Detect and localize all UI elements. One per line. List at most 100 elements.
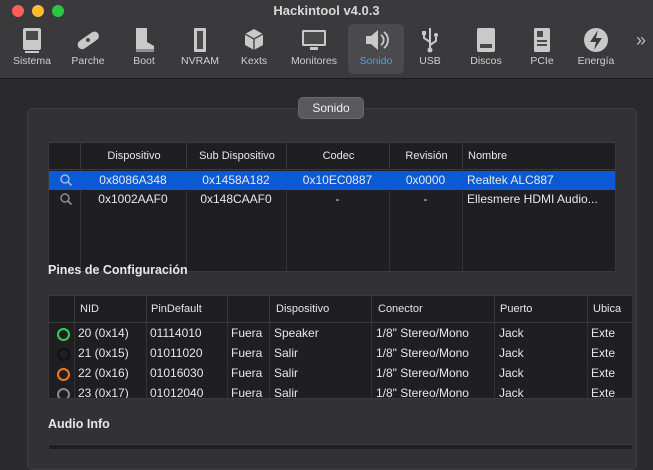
toolbar-item-nvram[interactable]: NVRAM	[172, 24, 228, 74]
cell-ubicacion: Exte	[591, 386, 616, 399]
audio-devices-table: Dispositivo Sub Dispositivo Codec Revisi…	[48, 142, 616, 272]
magnifier-icon[interactable]	[59, 190, 73, 209]
toolbar-label: Sonido	[359, 55, 393, 67]
cell-dispositivo: Salir	[274, 346, 299, 360]
cell-pindefault: 01011020	[150, 346, 203, 360]
toolbar-overflow-button[interactable]: »	[636, 30, 646, 51]
cell-sub-dispositivo: 0x148CAAF0	[200, 192, 272, 206]
toolbar-item-usb[interactable]: USB	[402, 24, 458, 74]
toolbar-item-energia[interactable]: Energía	[568, 24, 624, 74]
toolbar-item-parche[interactable]: Parche	[60, 24, 116, 74]
header-puerto[interactable]: Puerto	[494, 296, 587, 322]
cell-conector: 1/8" Stereo/Mono	[376, 326, 469, 340]
toolbar-label: Sistema	[13, 55, 51, 67]
toolbar-label: Kexts	[240, 55, 268, 67]
toolbar-item-discos[interactable]: Discos	[458, 24, 514, 74]
cell-dispositivo: Salir	[274, 386, 299, 399]
window-title: Hackintool v4.0.3	[273, 3, 380, 18]
cell-pindefault: 01114010	[150, 326, 202, 340]
cell-nid: 20 (0x14)	[78, 326, 129, 340]
status-dot-icon	[57, 348, 70, 361]
title-bar: Hackintool v4.0.3 Sistema Parche Boot NV…	[0, 0, 653, 79]
table-row[interactable]: 21 (0x15) 01011020 Fuera Salir 1/8" Ster…	[49, 344, 632, 363]
cell-dispositivo: Salir	[274, 366, 299, 380]
header-icon-column	[49, 143, 80, 169]
cell-dispositivo: Speaker	[274, 326, 319, 340]
table-row[interactable]: 23 (0x17) 01012040 Fuera Salir 1/8" Ster…	[49, 384, 632, 399]
computer-icon	[23, 28, 41, 53]
cell-nombre: Ellesmere HDMI Audio...	[467, 192, 598, 206]
status-dot-icon	[57, 388, 70, 398]
toolbar-label: Parche	[71, 55, 105, 67]
cell-sub-dispositivo: 0x1458A182	[202, 173, 270, 187]
header-codec[interactable]: Codec	[286, 143, 390, 169]
toolbar-label: Discos	[470, 55, 502, 67]
cell-nid: 23 (0x17)	[78, 386, 129, 399]
table-row[interactable]: 22 (0x16) 01016030 Fuera Salir 1/8" Ster…	[49, 364, 632, 383]
pcie-icon	[534, 28, 550, 52]
cell-conector: 1/8" Stereo/Mono	[376, 386, 469, 399]
cell-pindefault: 01016030	[150, 366, 204, 380]
header-conector[interactable]: Conector	[371, 296, 494, 322]
toolbar-label: Monitores	[290, 55, 338, 67]
table-row[interactable]: 0x8086A348 0x1458A182 0x10EC0887 0x0000 …	[49, 171, 615, 190]
header-nombre[interactable]: Nombre	[462, 143, 615, 169]
usb-icon	[422, 28, 438, 53]
section-title-audio-info: Audio Info	[48, 417, 110, 431]
cell-ubicacion: Exte	[591, 366, 616, 380]
toolbar-item-monitores[interactable]: Monitores	[286, 24, 342, 74]
toolbar-item-kexts[interactable]: Kexts	[226, 24, 282, 74]
cell-ubicacion: Exte	[591, 326, 616, 340]
cell-nid: 21 (0x15)	[78, 346, 129, 360]
cell-dispositivo: 0x8086A348	[99, 173, 167, 187]
header-location-column[interactable]	[227, 296, 270, 322]
cell-pindefault: 01012040	[150, 386, 204, 399]
audio-info-table	[48, 444, 632, 449]
status-dot-icon	[57, 368, 70, 381]
toolbar: Sistema Parche Boot NVRAM Kexts Monitore…	[0, 24, 653, 76]
toolbar-label: PCIe	[530, 55, 554, 67]
cell-dispositivo: 0x1002AAF0	[98, 192, 168, 206]
header-revision[interactable]: Revisión	[389, 143, 463, 169]
table-row[interactable]: 0x1002AAF0 0x148CAAF0 - - Ellesmere HDMI…	[49, 190, 615, 209]
toolbar-label: USB	[419, 55, 441, 67]
memory-icon	[194, 28, 206, 52]
header-nid[interactable]: NID	[74, 296, 146, 322]
cell-location: Fuera	[231, 326, 263, 340]
disk-icon	[477, 28, 495, 52]
cubes-icon	[244, 29, 264, 50]
cell-codec: -	[335, 192, 340, 206]
boot-icon	[136, 28, 154, 52]
cell-revision: 0x0000	[405, 173, 446, 187]
cell-ubicacion: Exte	[591, 346, 616, 360]
cell-nid: 22 (0x16)	[78, 366, 129, 380]
bandage-icon	[77, 31, 99, 50]
cell-location: Fuera	[231, 366, 263, 380]
cell-puerto: Jack	[499, 386, 524, 399]
toolbar-label: Boot	[133, 55, 155, 67]
header-pindefault[interactable]: PinDefault	[146, 296, 227, 322]
toolbar-item-sonido[interactable]: Sonido	[348, 24, 404, 74]
header-sub-dispositivo[interactable]: Sub Dispositivo	[186, 143, 287, 169]
cell-location: Fuera	[231, 386, 263, 399]
table-header: NID PinDefault Dispositivo Conector Puer…	[49, 296, 632, 323]
cell-nombre: Realtek ALC887	[467, 173, 554, 187]
cell-conector: 1/8" Stereo/Mono	[376, 346, 469, 360]
magnifier-icon[interactable]	[59, 171, 73, 190]
header-dispositivo[interactable]: Dispositivo	[80, 143, 187, 169]
toolbar-item-pcie[interactable]: PCIe	[514, 24, 570, 74]
toolbar-item-sistema[interactable]: Sistema	[4, 24, 60, 74]
status-dot-icon	[57, 328, 70, 341]
header-ubicacion[interactable]: Ubica	[587, 296, 632, 322]
cell-revision: -	[423, 192, 428, 206]
table-header: Dispositivo Sub Dispositivo Codec Revisi…	[49, 143, 615, 170]
toolbar-label: Energía	[577, 55, 615, 67]
speaker-icon	[366, 30, 389, 50]
section-tab-sonido[interactable]: Sonido	[298, 97, 364, 119]
toolbar-item-boot[interactable]: Boot	[116, 24, 172, 74]
pin-configuration-table: NID PinDefault Dispositivo Conector Puer…	[48, 295, 632, 399]
header-status-column	[49, 296, 74, 322]
header-dispositivo[interactable]: Dispositivo	[269, 296, 371, 322]
cell-conector: 1/8" Stereo/Mono	[376, 366, 469, 380]
table-row[interactable]: 20 (0x14) 01114010 Fuera Speaker 1/8" St…	[49, 324, 632, 343]
